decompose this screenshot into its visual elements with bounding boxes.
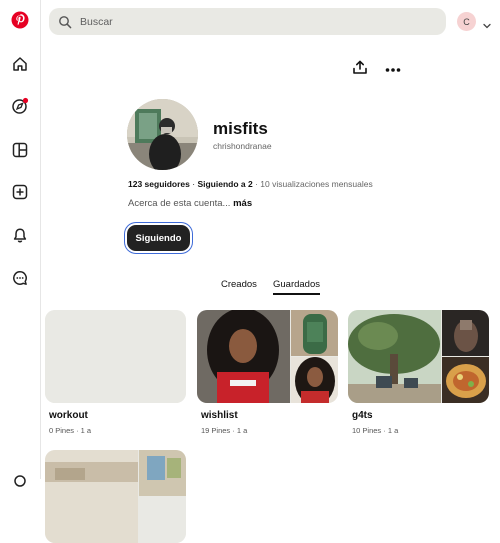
more-options-button[interactable] xyxy=(380,56,406,82)
left-nav-rail xyxy=(0,0,41,487)
board-card[interactable]: workout 0 Pines · 1 a xyxy=(45,310,186,440)
board-cover-image xyxy=(197,310,290,403)
board-cover-image xyxy=(442,310,489,356)
board-cover[interactable] xyxy=(45,450,186,543)
profile-avatar xyxy=(127,99,198,170)
board-title[interactable]: workout xyxy=(49,410,88,421)
profile-name: misfits xyxy=(213,119,268,138)
board-title[interactable]: g4ts xyxy=(352,410,373,421)
more-dots-icon xyxy=(385,60,401,78)
following-count[interactable]: Siguiendo a 2 xyxy=(197,179,252,189)
tab-created[interactable]: Creados xyxy=(221,279,257,290)
board-cover-image xyxy=(291,310,338,356)
account-avatar[interactable]: C xyxy=(457,12,476,31)
board-cover-image xyxy=(45,450,138,543)
board-title[interactable]: wishlist xyxy=(201,410,238,421)
board-cover-image xyxy=(291,357,338,403)
messages-icon[interactable] xyxy=(9,267,31,289)
pinterest-logo-icon[interactable] xyxy=(9,9,31,31)
share-upload-icon xyxy=(352,59,368,80)
about-account: Acerca de esta cuenta... más xyxy=(128,198,252,209)
followers-count[interactable]: 123 seguidores xyxy=(128,179,190,189)
share-button[interactable] xyxy=(347,56,373,82)
following-button[interactable]: Siguiendo xyxy=(127,225,190,251)
profile-stats: 123 seguidores · Siguiendo a 2 · 10 visu… xyxy=(128,179,373,189)
chevron-down-icon[interactable] xyxy=(482,17,492,29)
notifications-bell-icon[interactable] xyxy=(9,224,31,246)
board-cover[interactable] xyxy=(45,310,186,403)
profile-handle: chrishondranae xyxy=(213,141,272,151)
search-bar[interactable] xyxy=(49,8,446,35)
board-meta: 10 Pines · 1 a xyxy=(352,426,399,435)
create-icon[interactable] xyxy=(9,181,31,203)
board-cover-image xyxy=(139,450,186,496)
search-input[interactable] xyxy=(78,14,412,29)
home-icon[interactable] xyxy=(9,53,31,75)
board-card[interactable]: wishlist 19 Pines · 1 a xyxy=(197,310,338,440)
board-cover-image xyxy=(442,357,489,403)
board-cover[interactable] xyxy=(348,310,489,403)
explore-icon[interactable] xyxy=(9,95,31,117)
search-icon xyxy=(58,15,72,29)
about-text: Acerca de esta cuenta... xyxy=(128,198,231,209)
tab-saved[interactable]: Guardados xyxy=(273,279,321,295)
boards-icon[interactable] xyxy=(9,139,31,161)
board-card[interactable] xyxy=(45,450,186,543)
board-card[interactable]: g4ts 10 Pines · 1 a xyxy=(348,310,489,440)
board-meta: 0 Pines · 1 a xyxy=(49,426,92,435)
board-cover-image xyxy=(348,310,441,403)
board-cover[interactable] xyxy=(197,310,338,403)
settings-icon[interactable] xyxy=(9,470,31,492)
about-more-link[interactable]: más xyxy=(233,198,252,209)
monthly-views: 10 visualizaciones mensuales xyxy=(260,179,373,189)
board-meta: 19 Pines · 1 a xyxy=(201,426,248,435)
